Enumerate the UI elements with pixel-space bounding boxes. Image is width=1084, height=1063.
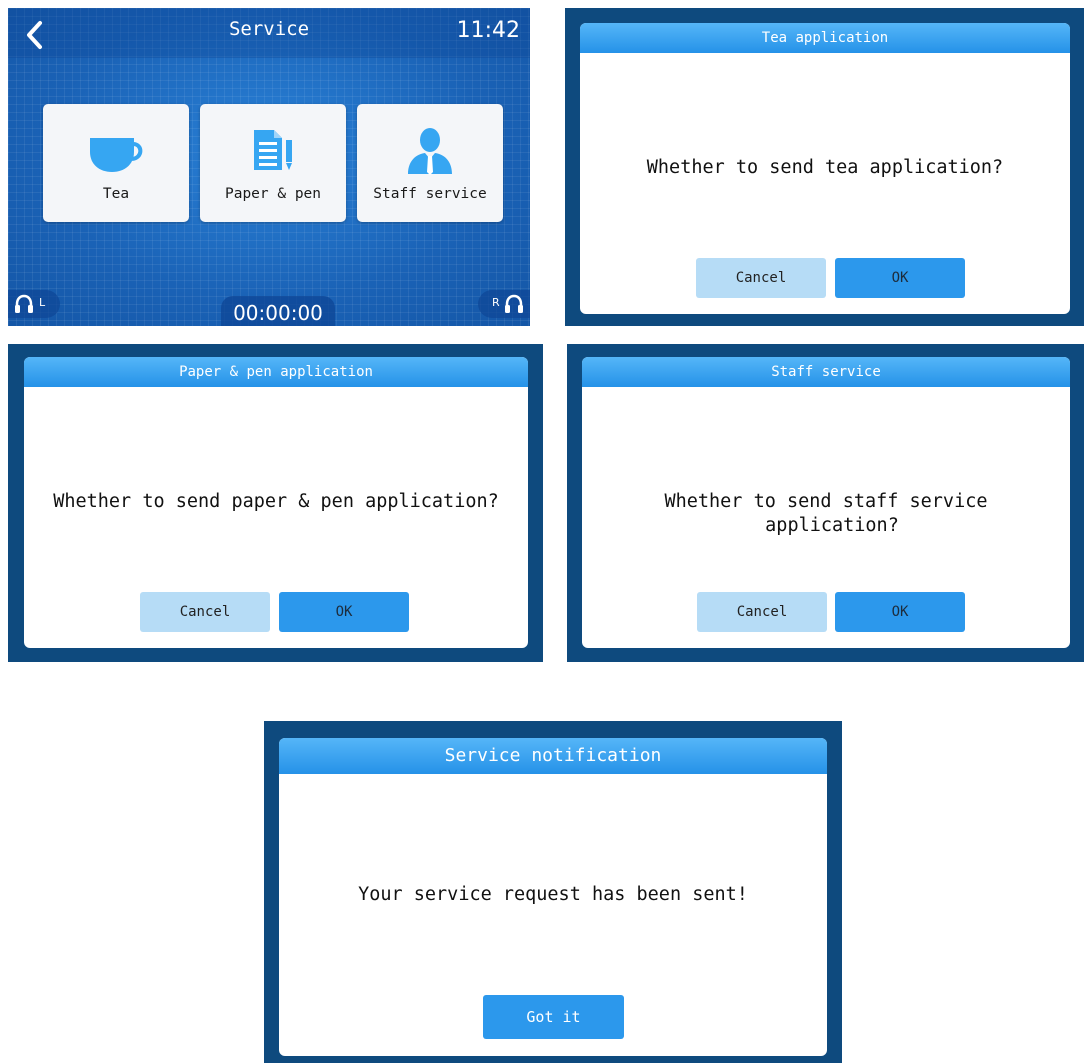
tea-ok-button[interactable]: OK: [835, 258, 965, 298]
tea-cancel-button[interactable]: Cancel: [696, 258, 826, 298]
tea-tile[interactable]: Tea: [43, 104, 189, 222]
paper-dialog-title: Paper & pen application: [24, 357, 528, 387]
staff-dialog-message-line1: Whether to send staff service: [664, 491, 988, 512]
got-it-button[interactable]: Got it: [483, 995, 624, 1039]
tea-dialog: Tea application Whether to send tea appl…: [580, 23, 1070, 314]
paper-dialog-frame: Paper & pen application Whether to send …: [8, 344, 543, 662]
right-headphone-button[interactable]: R: [478, 290, 530, 318]
staff-service-tile[interactable]: Staff service: [357, 104, 503, 222]
staff-ok-button[interactable]: OK: [835, 592, 965, 632]
document-pen-icon: [254, 130, 292, 170]
tea-label: Tea: [102, 186, 130, 202]
right-channel-label: R: [492, 296, 500, 309]
staff-dialog-frame: Staff service Whether to send staff serv…: [567, 344, 1084, 662]
paper-pen-tile[interactable]: Paper & pen: [200, 104, 346, 222]
call-timer: 00:00:00: [221, 296, 335, 326]
notification-frame: Service notification Your service reques…: [264, 721, 842, 1063]
headphone-left-icon: [15, 294, 33, 313]
left-headphone-button[interactable]: L: [8, 290, 60, 318]
tea-dialog-message: Whether to send tea application?: [646, 157, 1004, 178]
clock: 11:42: [456, 18, 520, 43]
paper-dialog-message: Whether to send paper & pen application?: [53, 491, 499, 512]
tea-dialog-title: Tea application: [580, 23, 1070, 53]
service-screen: Service 11:42 Tea Paper & pen Staff serv…: [8, 8, 530, 326]
staff-cancel-button[interactable]: Cancel: [697, 592, 827, 632]
left-channel-label: L: [39, 296, 46, 309]
notification-dialog: Service notification Your service reques…: [279, 738, 827, 1056]
staff-service-label: Staff service: [373, 186, 487, 202]
notification-title: Service notification: [279, 738, 827, 774]
staff-dialog-message-line2: application?: [765, 515, 899, 536]
paper-dialog: Paper & pen application Whether to send …: [24, 357, 528, 648]
tea-dialog-frame: Tea application Whether to send tea appl…: [565, 8, 1084, 326]
notification-message: Your service request has been sent!: [358, 884, 748, 905]
paper-pen-label: Paper & pen: [224, 186, 322, 202]
paper-ok-button[interactable]: OK: [279, 592, 409, 632]
staff-dialog-title: Staff service: [582, 357, 1070, 387]
paper-cancel-button[interactable]: Cancel: [140, 592, 270, 632]
tea-cup-icon: [90, 138, 143, 172]
screen-title: Service: [228, 18, 310, 40]
headphone-right-icon: [505, 294, 523, 313]
staff-dialog: Staff service Whether to send staff serv…: [582, 357, 1070, 648]
staff-person-icon: [408, 128, 452, 175]
